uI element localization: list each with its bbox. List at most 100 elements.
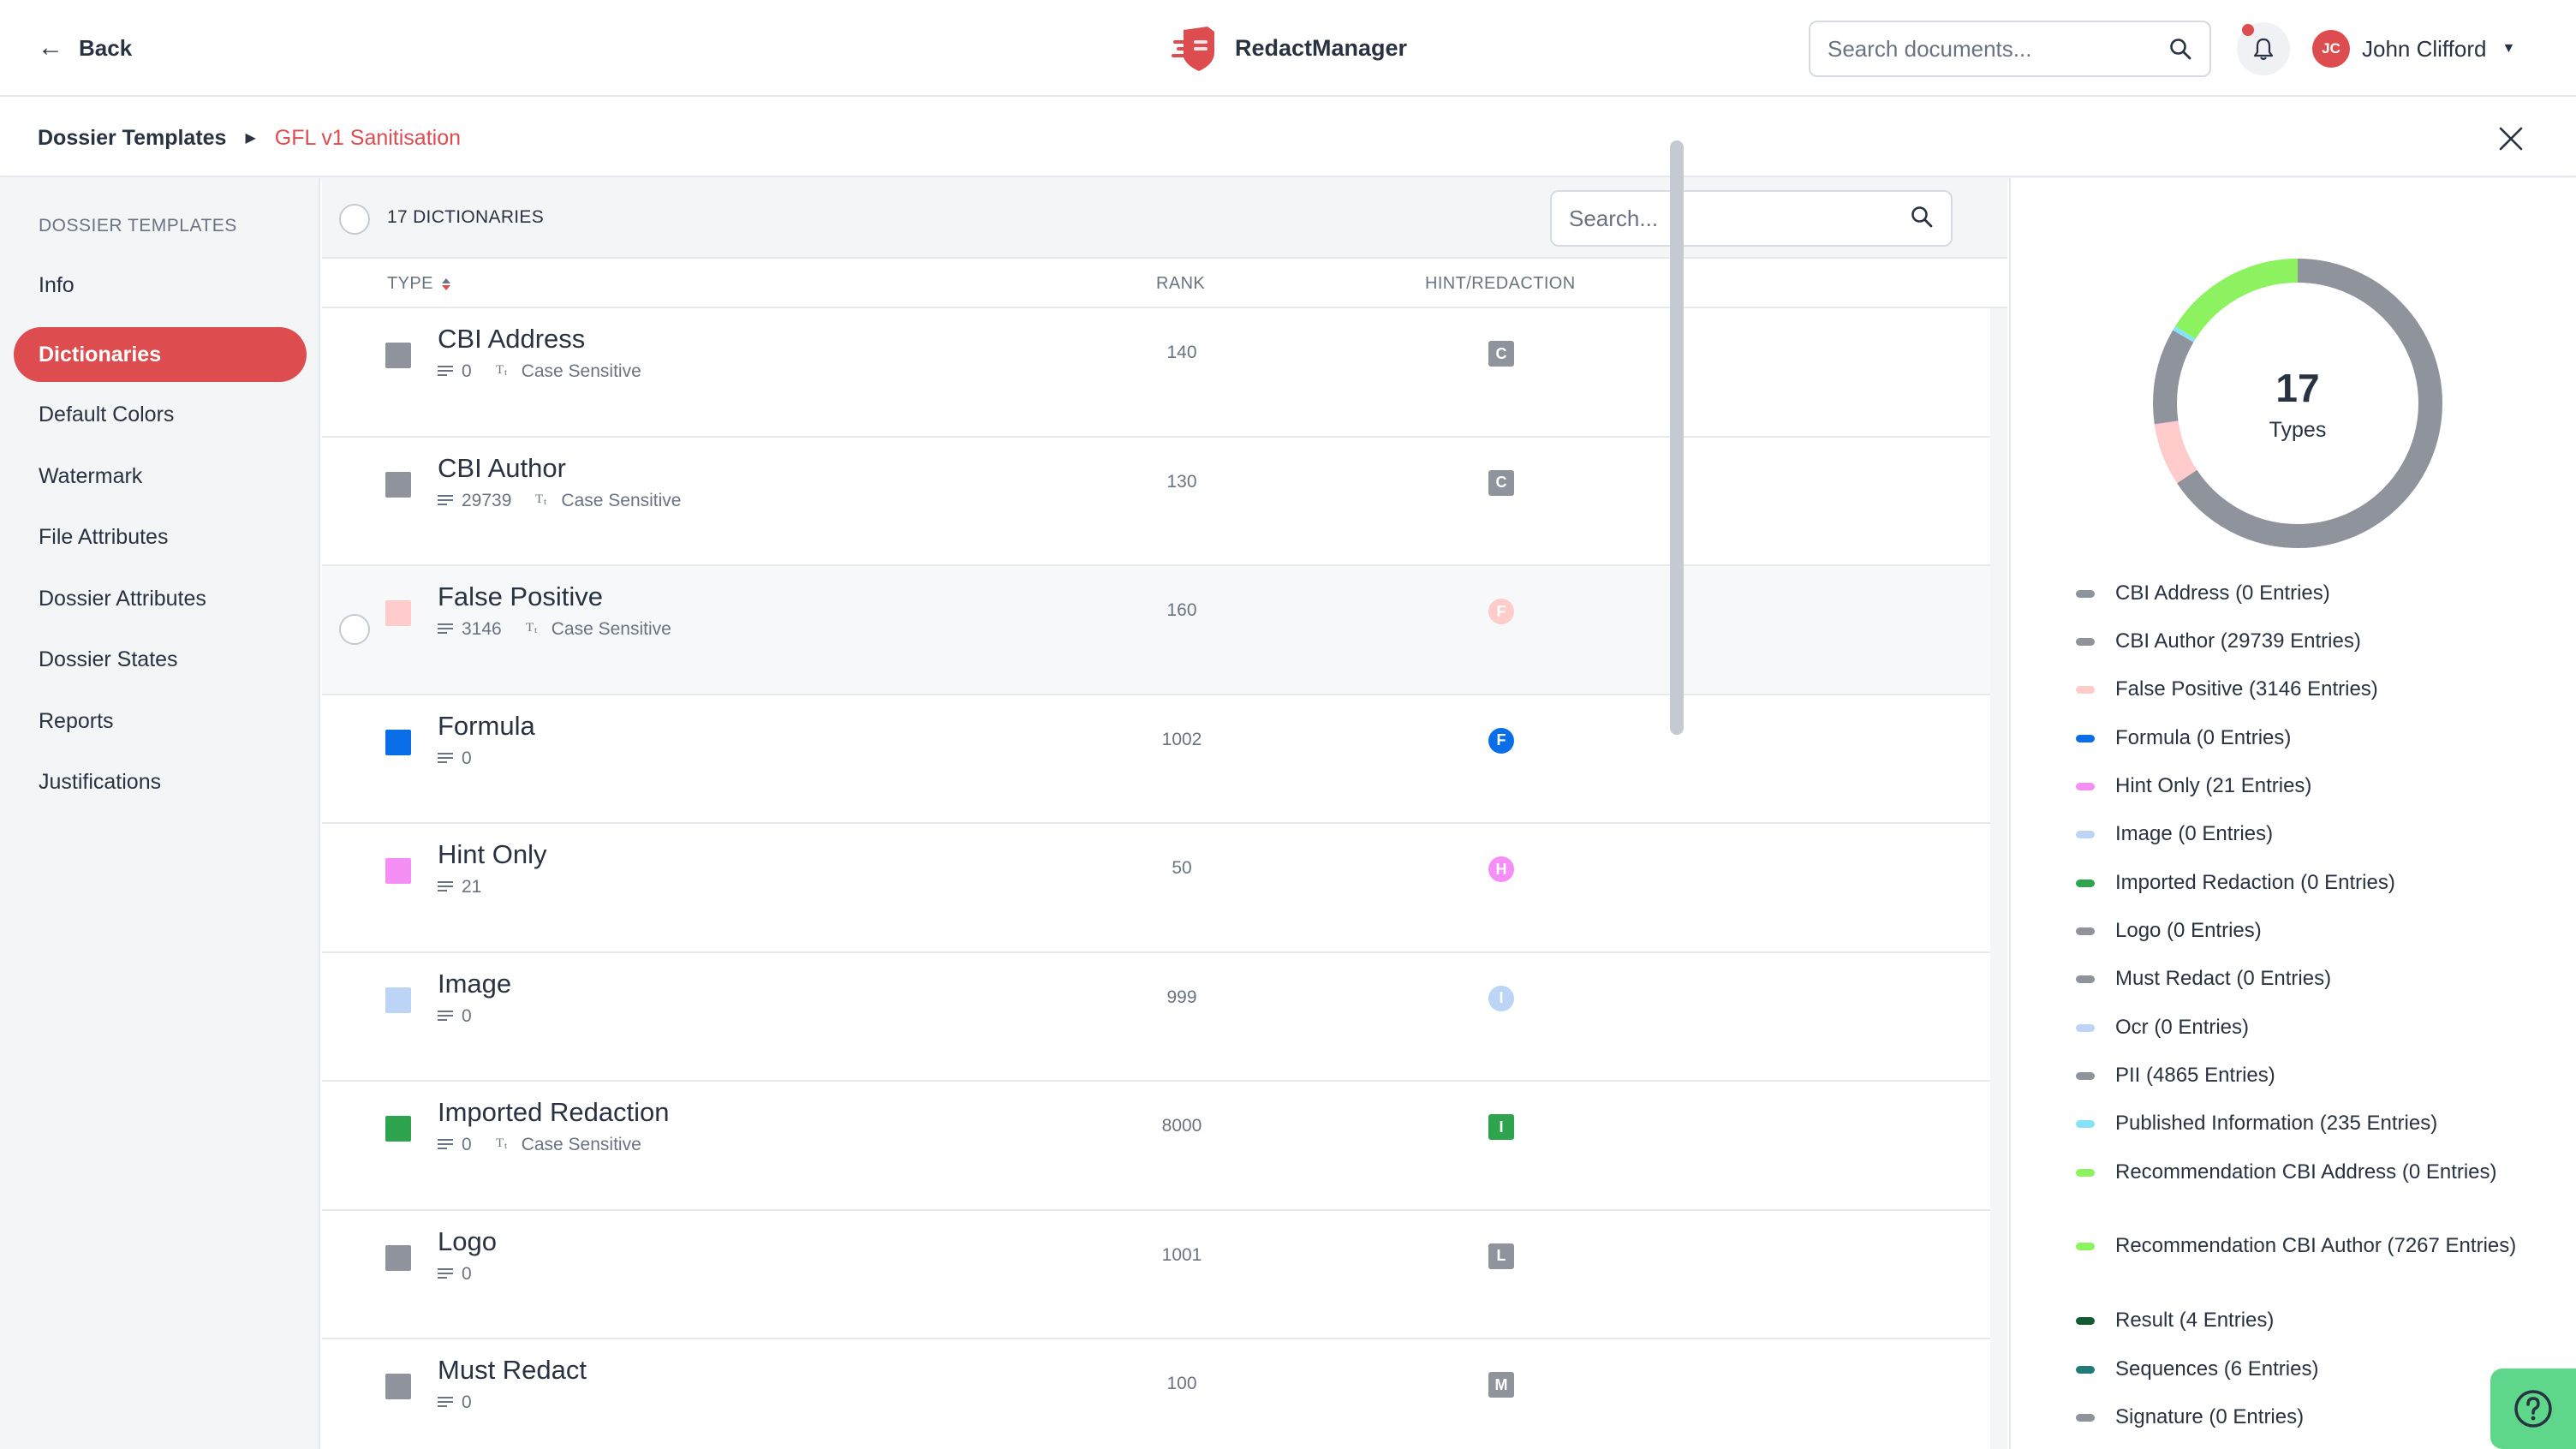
types-total: 17 [2275,365,2320,410]
close-button[interactable] [2494,122,2528,156]
table-search-input[interactable] [1569,205,1910,232]
entries-icon [438,1135,453,1155]
dictionary-rank: 1002 [1161,729,1202,749]
table-row[interactable]: Must Redact 0 100 M [322,1339,1990,1449]
sidebar-item-label: Watermark [39,463,143,488]
entries-count: 29739 [462,490,512,510]
back-button[interactable]: ← Back [38,31,132,65]
type-color-swatch [385,729,411,755]
search-icon[interactable] [2168,37,2192,61]
table-row[interactable]: Logo 0 1001 L [322,1210,1990,1339]
legend-item: CBI Author (29739 Entries) [2076,629,2521,653]
column-header-type[interactable]: TYPE [387,274,450,294]
legend-color-dot [2076,1414,2095,1422]
type-color-swatch [385,987,411,1013]
help-button[interactable] [2490,1368,2576,1449]
scrollbar-track[interactable] [1990,308,2007,1449]
brand[interactable]: RedactManager [1170,22,1407,74]
dictionary-meta: 0 [438,1264,472,1285]
legend-item: Recommendation CBI Author (7267 Entries) [2076,1233,2521,1258]
sidebar-item-dossier-states[interactable]: Dossier States [14,632,307,687]
svg-text:T: T [496,1136,504,1150]
legend-item: Hint Only (21 Entries) [2076,773,2521,798]
entries-icon [438,491,453,511]
dictionary-name: Logo [438,1225,497,1256]
type-color-swatch [385,600,411,626]
legend-color-dot [2076,1317,2095,1325]
entries-icon [438,1392,453,1413]
dictionary-meta: 0 Tt Case Sensitive [438,1135,641,1155]
table-row[interactable]: CBI Author 29739 Tt Case Sensitive 130 C [322,437,1990,566]
sidebar-item-file-attributes[interactable]: File Attributes [14,510,307,564]
case-sensitive-icon: Tt [496,361,515,382]
legend-color-dot [2076,1366,2095,1374]
legend-color-dot [2076,1072,2095,1080]
dictionaries-count: 17 DICTIONARIES [387,207,545,227]
document-search-box [1809,21,2211,77]
sidebar-item-label: Reports [39,708,114,733]
dictionary-meta: 0 Tt Case Sensitive [438,361,641,382]
user-menu[interactable]: JC John Clifford ▼ [2312,29,2515,69]
document-search-input[interactable] [1828,35,2168,63]
scrollbar-thumb[interactable] [1670,140,1684,735]
dictionary-name: CBI Author [438,452,566,483]
table-header: TYPE RANK HINT/REDACTION [322,259,2007,308]
row-checkbox[interactable] [339,614,370,645]
table-row[interactable]: False Positive 3146 Tt Case Sensitive 160 F [322,566,1990,695]
legend-label: Result (4 Entries) [2115,1309,2275,1332]
sidebar-item-label: Dossier Attributes [39,586,206,611]
search-icon[interactable] [1910,205,1934,233]
entries-count: 0 [462,361,472,381]
entries-count: 21 [462,877,482,897]
sidebar-item-justifications[interactable]: Justifications [14,754,307,809]
types-label: Types [2269,417,2327,442]
dictionary-rank: 8000 [1161,1116,1202,1136]
select-all-checkbox[interactable] [339,204,370,235]
table-row[interactable]: Hint Only 21 50 H [322,824,1990,953]
svg-text:T: T [535,492,543,506]
table-row[interactable]: Imported Redaction 0 Tt Case Sensitive 8000 I [322,1082,1990,1211]
breadcrumb-root[interactable]: Dossier Templates [38,126,226,151]
legend-label: Hint Only (21 Entries) [2115,774,2312,797]
dictionary-name: False Positive [438,581,603,611]
svg-text:T: T [496,363,504,377]
legend-item: CBI Address (0 Entries) [2076,581,2521,605]
dictionary-rank: 100 [1166,1374,1197,1393]
entries-count: 3146 [462,619,502,639]
breadcrumb: Dossier Templates ▶ GFL v1 Sanitisation [38,121,461,155]
sidebar-item-label: Dictionaries [39,342,162,367]
legend-color-dot [2076,1024,2095,1032]
table-row[interactable]: Image 0 999 I [322,952,1990,1082]
case-sensitive-icon: Tt [526,619,545,640]
table-row[interactable]: Formula 0 1002 F [322,695,1990,824]
close-icon [2499,127,2523,151]
top-bar: ← Back RedactManager JC John Clifford ▼ [0,0,2576,97]
legend-item: Signature (0 Entries) [2076,1404,2521,1429]
column-header-label: HINT/REDACTION [1425,274,1576,293]
dictionary-name: Must Redact [438,1355,587,1385]
hint-redaction-badge: H [1488,856,1514,882]
breadcrumb-current[interactable]: GFL v1 Sanitisation [275,126,461,151]
sidebar-item-info[interactable]: Info [14,258,307,313]
sort-icon [441,277,450,290]
dictionary-meta: 29739 Tt Case Sensitive [438,491,681,511]
legend-color-dot [2076,975,2095,983]
dictionary-meta: 0 [438,748,472,769]
sidebar-item-default-colors[interactable]: Default Colors [14,387,307,442]
legend-item: Recommendation CBI Address (0 Entries) [2076,1160,2521,1184]
table-row[interactable]: CBI Address 0 Tt Case Sensitive 140 C [322,308,1990,438]
dictionary-rank: 130 [1166,471,1197,492]
notifications-button[interactable] [2237,22,2290,75]
entries-icon [438,619,453,640]
sidebar-item-dictionaries[interactable]: Dictionaries [14,327,307,382]
legend-label: Image (0 Entries) [2115,822,2274,845]
legend-label: Recommendation CBI Address (0 Entries) [2115,1160,2497,1184]
sidebar-item-dossier-attributes[interactable]: Dossier Attributes [14,571,307,626]
legend-label: Published Information (235 Entries) [2115,1112,2438,1135]
sidebar-item-label: Default Colors [39,402,175,426]
type-color-swatch [385,471,411,498]
legend-color-dot [2076,880,2095,887]
legend-item: PII (4865 Entries) [2076,1063,2521,1088]
sidebar-item-watermark[interactable]: Watermark [14,449,307,504]
sidebar-item-reports[interactable]: Reports [14,694,307,748]
